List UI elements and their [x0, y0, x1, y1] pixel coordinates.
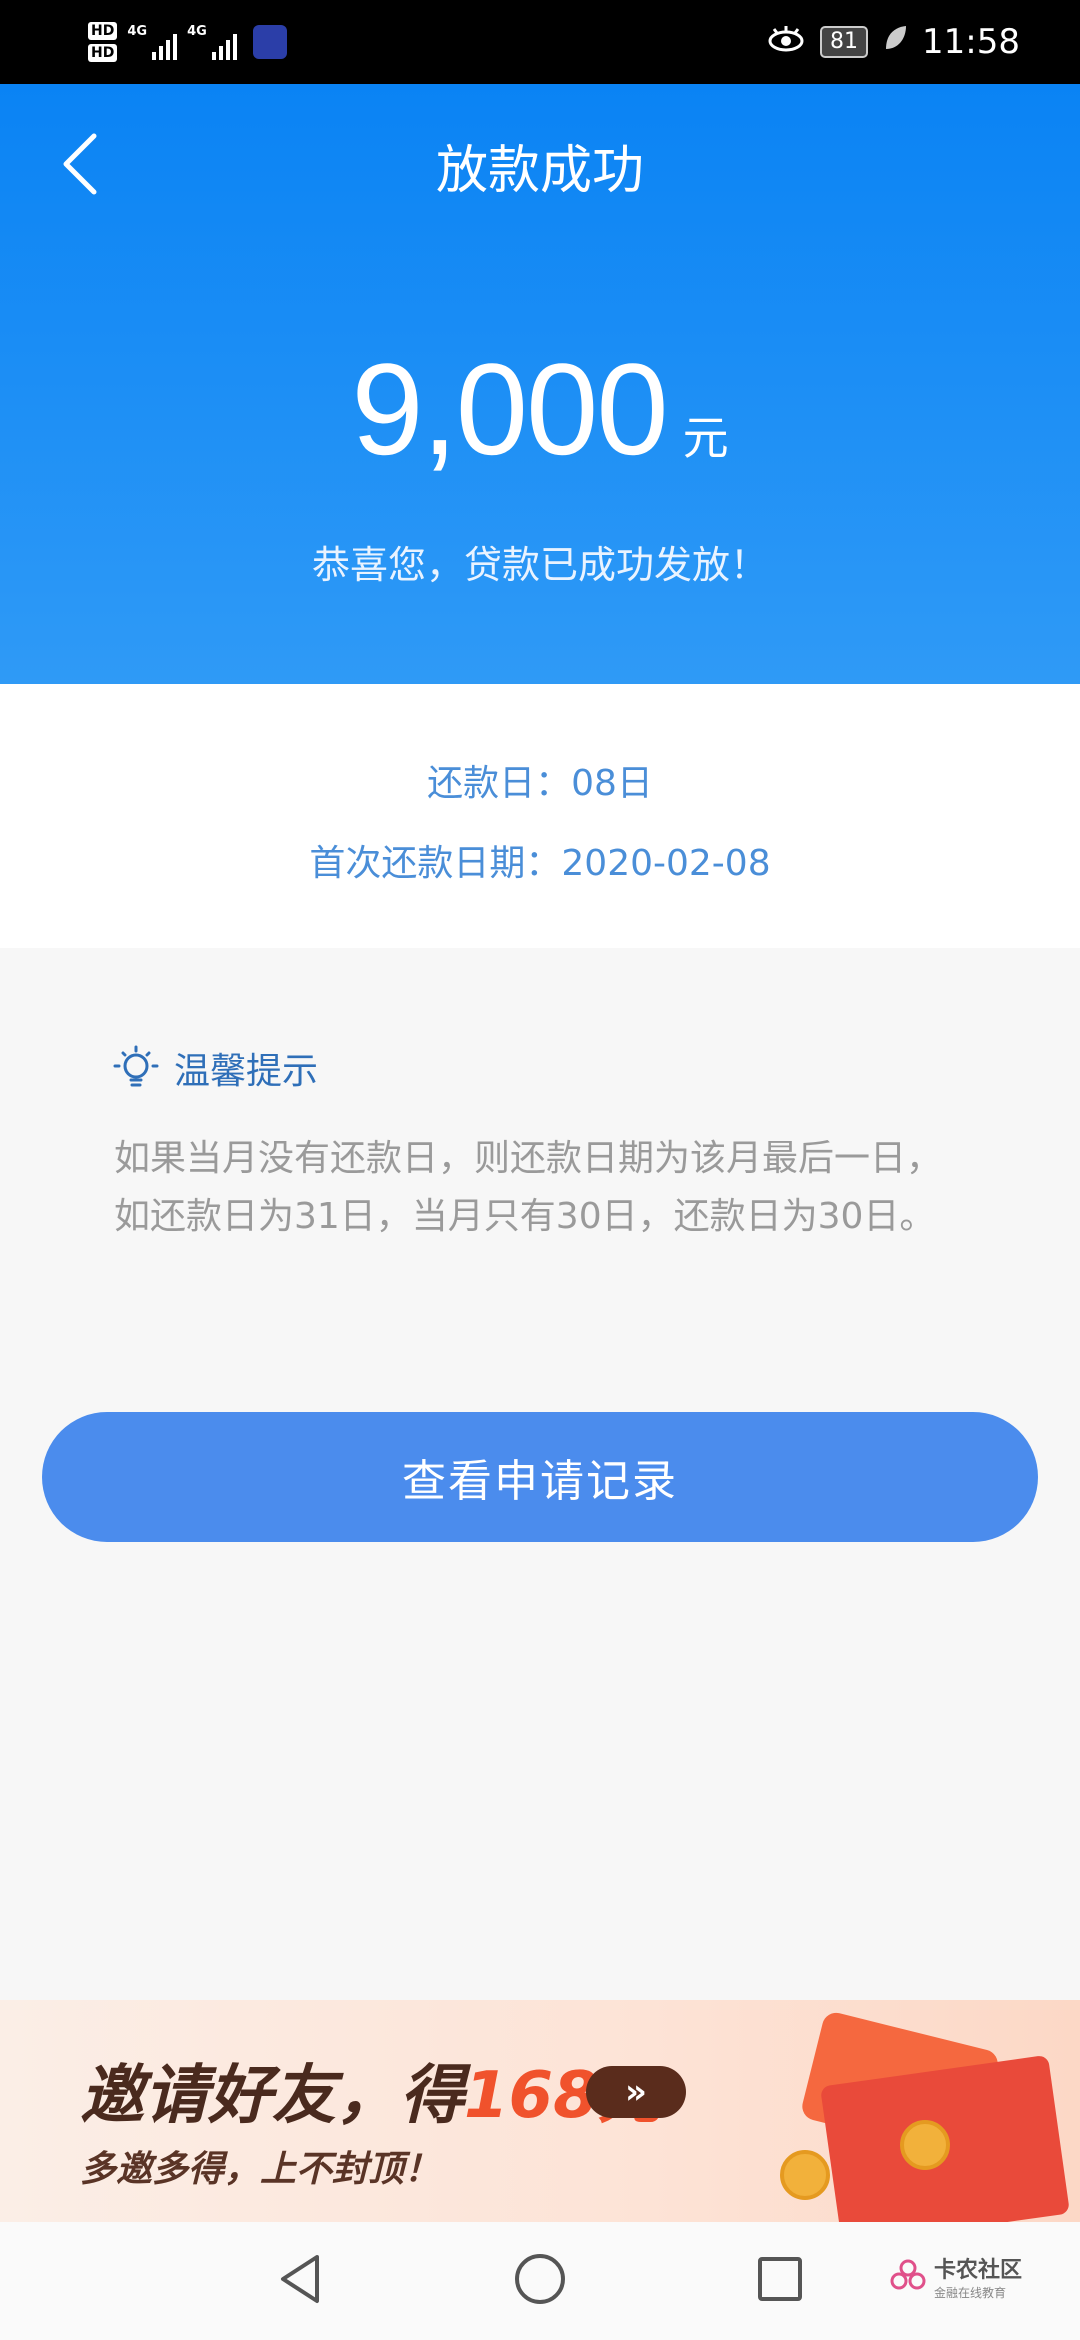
hd-indicator-2: HD: [88, 44, 118, 62]
watermark-text: 卡农社区 金融在线教育: [934, 2252, 1022, 2301]
status-bar-left: HD HD 4G 4G: [88, 12, 287, 72]
triangle-back-icon: [281, 2255, 319, 2303]
banner-subline: 多邀多得，上不封顶！: [80, 2149, 441, 2190]
page-title: 放款成功: [435, 141, 644, 201]
repay-day: 还款日：08日: [427, 763, 653, 804]
watermark: 卡农社区 金融在线教育: [890, 2252, 1022, 2301]
system-navigation-bar: 卡农社区 金融在线教育: [0, 2222, 1080, 2340]
status-bar-right: 81 11:58: [766, 0, 1020, 84]
banner-headline: 邀请好友，得168元: [80, 2044, 662, 2136]
signal-icon-2: 4G: [187, 24, 237, 60]
square-recents-icon: [758, 2257, 802, 2301]
first-repay-date: 首次还款日期：2020-02-08: [309, 843, 771, 884]
view-application-records-button[interactable]: 查看申请记录: [42, 1412, 1038, 1542]
status-bar: HD HD 4G 4G 81 11:58: [0, 0, 1080, 84]
amount-unit: 元: [682, 411, 729, 465]
clock: 11:58: [922, 22, 1020, 62]
nav-recents-button[interactable]: [740, 2244, 820, 2314]
battery-indicator: 81: [820, 26, 869, 58]
power-saving-leaf-icon: [882, 22, 908, 62]
loan-result-header: 放款成功 9,000 元 恭喜您，贷款已成功发放！: [0, 84, 1080, 684]
hd-indicator-1: HD: [88, 22, 118, 40]
eye-comfort-icon: [766, 22, 806, 62]
coin-image: [780, 2150, 830, 2200]
flower-logo-icon: [890, 2259, 926, 2289]
repayment-info-card: 还款日：08日 首次还款日期：2020-02-08: [0, 684, 1080, 948]
banner-arrow-icon[interactable]: »: [586, 2066, 686, 2118]
app-notification-icon: [252, 25, 287, 59]
nav-back-button[interactable]: [260, 2244, 340, 2314]
nav-home-button[interactable]: [500, 2244, 580, 2314]
amount-value: 9,000: [351, 336, 668, 482]
signal-icon-1: 4G: [127, 24, 178, 60]
tip-title: 温馨提示: [174, 1051, 319, 1092]
coin-image-2: [900, 2120, 950, 2170]
circle-home-icon: [515, 2254, 565, 2304]
network-type-1: 4G: [127, 24, 148, 39]
banner-headline-prefix: 邀请好友，得: [80, 2059, 464, 2133]
network-type-2: 4G: [187, 24, 207, 39]
success-message: 恭喜您，贷款已成功发放！: [311, 543, 768, 587]
loan-amount: 9,000 元: [0, 334, 1080, 484]
lightbulb-icon: [113, 1045, 159, 1087]
tip-header: 温馨提示: [112, 1042, 318, 1094]
watermark-main: 卡农社区: [933, 2258, 1022, 2283]
hd-indicators: HD HD: [88, 22, 118, 62]
invite-friends-banner[interactable]: 邀请好友，得168元 » 多邀多得，上不封顶！: [0, 2000, 1080, 2222]
watermark-sub: 金融在线教育: [933, 2286, 1006, 2300]
tip-text: 如果当月没有还款日，则还款日期为该月最后一日，如还款日为31日，当月只有30日，…: [114, 1138, 943, 1237]
